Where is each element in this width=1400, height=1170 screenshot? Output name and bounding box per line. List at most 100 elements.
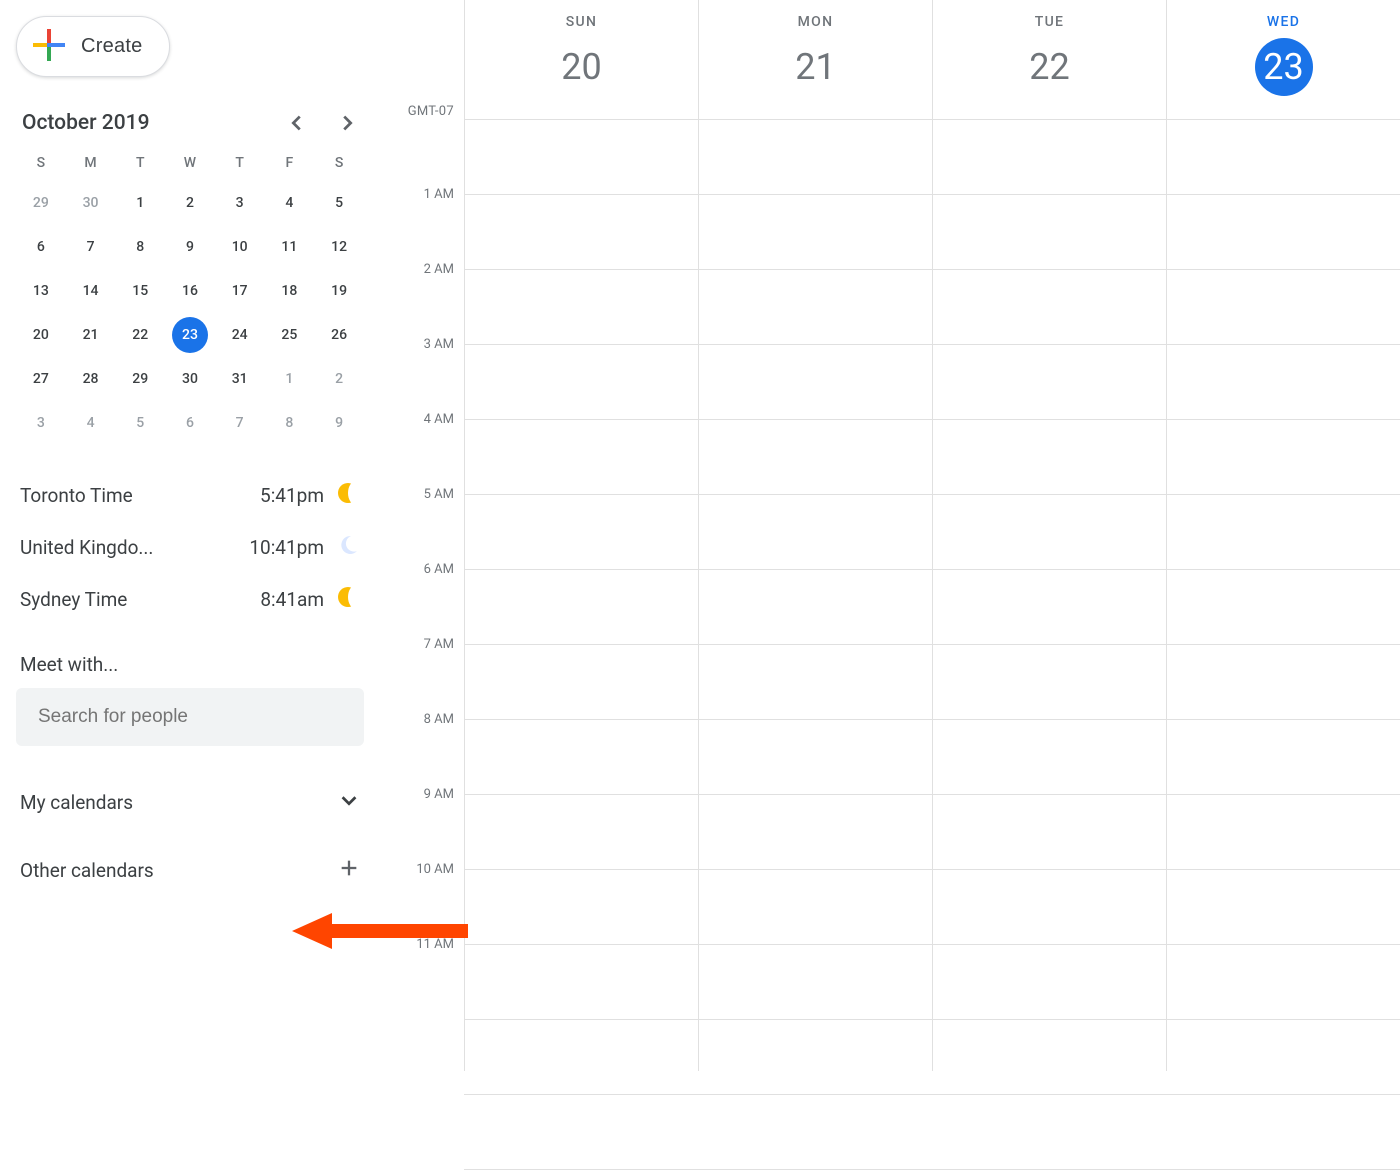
hour-label: 2 AM: [380, 262, 464, 277]
minical-day[interactable]: 18: [265, 269, 315, 313]
minical-day[interactable]: 24: [215, 313, 265, 357]
minical-day[interactable]: 20: [16, 313, 66, 357]
day-header[interactable]: MON 21: [698, 0, 932, 119]
minical-dow: W: [165, 147, 215, 181]
minical-day[interactable]: 13: [16, 269, 66, 313]
day-of-week-label: MON: [699, 14, 932, 30]
minical-day[interactable]: 28: [66, 357, 116, 401]
day-number[interactable]: 22: [1021, 38, 1079, 96]
minical-day[interactable]: 31: [215, 357, 265, 401]
minical-day[interactable]: 3: [215, 181, 265, 225]
world-clock-time: 5:41pm: [260, 484, 324, 507]
minical-next-button[interactable]: [336, 112, 358, 134]
day-number[interactable]: 21: [787, 38, 845, 96]
my-calendars-label: My calendars: [20, 791, 133, 814]
hour-label: 8 AM: [380, 712, 464, 727]
minical-day[interactable]: 7: [215, 401, 265, 445]
add-other-calendar-button[interactable]: [338, 857, 360, 884]
minical-day[interactable]: 5: [314, 181, 364, 225]
minical-dow: S: [314, 147, 364, 181]
day-of-week-label: WED: [1167, 14, 1400, 30]
day-separator: [1166, 120, 1167, 1071]
minical-dow: T: [115, 147, 165, 181]
minical-day[interactable]: 8: [115, 225, 165, 269]
day-separator: [932, 120, 933, 1071]
minical-day[interactable]: 22: [115, 313, 165, 357]
minical-day[interactable]: 3: [16, 401, 66, 445]
chevron-down-icon: [338, 789, 360, 816]
day-header[interactable]: SUN 20: [464, 0, 698, 119]
minical-day[interactable]: 14: [66, 269, 116, 313]
minical-day[interactable]: 25: [265, 313, 315, 357]
minical-day[interactable]: 16: [165, 269, 215, 313]
hour-label: 5 AM: [380, 487, 464, 502]
world-clock-time: 10:41pm: [249, 536, 324, 559]
minical-day[interactable]: 29: [16, 181, 66, 225]
meet-with-label: Meet with...: [20, 653, 360, 676]
sun-icon: [336, 585, 360, 614]
other-calendars-label: Other calendars: [20, 859, 154, 882]
minical-day[interactable]: 6: [16, 225, 66, 269]
minical-day[interactable]: 17: [215, 269, 265, 313]
create-button[interactable]: Create: [16, 16, 170, 77]
day-header[interactable]: TUE 22: [932, 0, 1166, 119]
minical-day[interactable]: 30: [66, 181, 116, 225]
sun-icon: [336, 481, 360, 510]
world-clock-name: Toronto Time: [20, 484, 260, 507]
day-header[interactable]: WED 23: [1166, 0, 1400, 119]
hour-label: 9 AM: [380, 787, 464, 802]
my-calendars-header[interactable]: My calendars: [16, 780, 364, 824]
minical-day[interactable]: 10: [215, 225, 265, 269]
world-clock-time: 8:41am: [260, 588, 324, 611]
minical-dow: T: [215, 147, 265, 181]
minical-day[interactable]: 26: [314, 313, 364, 357]
hour-label: 10 AM: [380, 862, 464, 877]
minical-day[interactable]: 15: [115, 269, 165, 313]
hour-label: 1 AM: [380, 187, 464, 202]
minical-day[interactable]: 23: [165, 313, 215, 357]
world-clock-name: United Kingdo...: [20, 536, 249, 559]
minical-day[interactable]: 19: [314, 269, 364, 313]
google-plus-icon: [31, 27, 67, 66]
minical-day[interactable]: 8: [265, 401, 315, 445]
minical-day[interactable]: 1: [265, 357, 315, 401]
day-of-week-label: SUN: [465, 14, 698, 30]
world-clock-name: Sydney Time: [20, 588, 260, 611]
hour-grid[interactable]: [464, 120, 1400, 1071]
minical-day[interactable]: 9: [314, 401, 364, 445]
hour-label: 11 AM: [380, 937, 464, 952]
day-separator: [698, 120, 699, 1071]
world-clocks: Toronto Time5:41pm United Kingdo...10:41p…: [16, 469, 364, 625]
minical-day[interactable]: 7: [66, 225, 116, 269]
minical-day[interactable]: 4: [66, 401, 116, 445]
minical-day[interactable]: 6: [165, 401, 215, 445]
minical-prev-button[interactable]: [286, 112, 308, 134]
minical-day[interactable]: 4: [265, 181, 315, 225]
minical-month-title: October 2019: [22, 111, 150, 135]
minical-day[interactable]: 30: [165, 357, 215, 401]
minical-day[interactable]: 27: [16, 357, 66, 401]
minical-day[interactable]: 21: [66, 313, 116, 357]
minical-day[interactable]: 11: [265, 225, 315, 269]
day-of-week-label: TUE: [933, 14, 1166, 30]
world-clock-row: Sydney Time8:41am: [20, 573, 360, 625]
minical-day[interactable]: 2: [314, 357, 364, 401]
day-number[interactable]: 23: [1255, 38, 1313, 96]
minical-dow: F: [265, 147, 315, 181]
day-number[interactable]: 20: [553, 38, 611, 96]
timezone-label: GMT-07: [380, 104, 464, 119]
moon-icon: [336, 533, 360, 562]
minical-day[interactable]: 9: [165, 225, 215, 269]
minical-day[interactable]: 12: [314, 225, 364, 269]
minical-dow: M: [66, 147, 116, 181]
day-separator: [464, 120, 465, 1071]
minical-day[interactable]: 29: [115, 357, 165, 401]
minical-day[interactable]: 5: [115, 401, 165, 445]
hour-label: 6 AM: [380, 562, 464, 577]
minical-day[interactable]: 1: [115, 181, 165, 225]
minical-day[interactable]: 2: [165, 181, 215, 225]
hour-label: 7 AM: [380, 637, 464, 652]
mini-calendar: SMTWTFS 29301234567891011121314151617181…: [16, 147, 364, 445]
hour-label: 3 AM: [380, 337, 464, 352]
search-people-input[interactable]: [16, 688, 364, 746]
